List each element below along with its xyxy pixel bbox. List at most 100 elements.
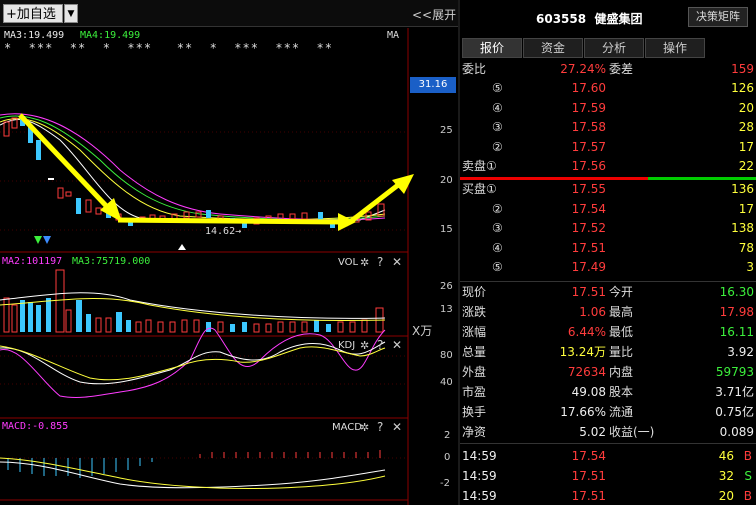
close-icon[interactable]: ✕ xyxy=(392,338,402,352)
close-icon[interactable]: ✕ xyxy=(392,255,402,269)
order-price: 17.59 xyxy=(571,100,606,115)
stat-label: 今开 xyxy=(609,285,634,299)
stat-value: 16.11 xyxy=(719,325,754,339)
tab-operation[interactable]: 操作 xyxy=(645,38,705,58)
order-volume: 17 xyxy=(738,201,754,216)
stat-label: 现价 xyxy=(462,285,487,299)
stat-label: 股本 xyxy=(609,385,634,399)
wei-bi-label: 委比 xyxy=(462,62,487,76)
tick-time: 14:59 xyxy=(462,489,497,503)
cursor-marker-icon xyxy=(178,244,186,250)
stat-label: 总量 xyxy=(462,345,487,359)
macd-indicator-name[interactable]: MACD xyxy=(332,422,362,433)
tick-volume: 20 xyxy=(718,489,734,503)
panel-divider xyxy=(458,0,460,505)
sell-order-row[interactable]: ③ 17.58 28 xyxy=(462,118,756,137)
buy-order-row[interactable]: ⑤ 17.49 3 xyxy=(462,258,756,277)
stat-row: 涨幅 6.44% 最低 16.11 xyxy=(462,323,756,342)
stat-value: 16.30 xyxy=(719,285,754,299)
order-price: 17.55 xyxy=(571,182,606,196)
buy-order-row[interactable]: ④ 17.51 78 xyxy=(462,239,756,258)
question-icon[interactable]: ? xyxy=(377,420,383,434)
order-volume: 3 xyxy=(746,260,754,274)
tab-quote[interactable]: 报价 xyxy=(462,38,522,58)
stat-value: 5.02 xyxy=(579,425,606,439)
order-level: ③ xyxy=(492,221,503,235)
order-volume: 138 xyxy=(731,221,754,235)
tick-row[interactable]: 14:59 17.54 46 B xyxy=(462,447,756,466)
order-price: 17.57 xyxy=(571,139,606,154)
stat-value: 0.089 xyxy=(719,425,754,439)
wei-bi-value: 27.24% xyxy=(560,62,606,76)
low-price-label: 14.62→ xyxy=(205,226,242,237)
ma-line-green xyxy=(0,115,386,221)
order-price: 17.54 xyxy=(571,201,606,216)
gear-icon[interactable]: ✲ xyxy=(360,340,372,352)
order-level: ⑤ xyxy=(492,81,503,95)
vol-indicator-name[interactable]: VOL xyxy=(338,257,358,268)
sell-order-row[interactable]: ④ 17.59 20 xyxy=(462,99,756,118)
order-price: 17.60 xyxy=(571,81,606,95)
stat-label: 市盈 xyxy=(462,385,487,399)
separator-line xyxy=(460,281,756,282)
tick-volume: 46 xyxy=(718,449,734,463)
chart-canvas[interactable] xyxy=(0,0,458,505)
question-icon[interactable]: ? xyxy=(377,255,383,269)
stat-row: 总量 13.24万 量比 3.92 xyxy=(462,343,756,362)
tick-time: 14:59 xyxy=(462,469,497,483)
stat-row: 外盘 72634 内盘 59793 xyxy=(462,363,756,382)
tab-analysis[interactable]: 分析 xyxy=(584,38,644,58)
order-volume: 17 xyxy=(738,139,754,154)
order-price: 17.51 xyxy=(571,240,606,255)
buy-order-row[interactable]: 买盘① 17.55 136 xyxy=(462,180,756,199)
stat-value: 17.51 xyxy=(571,285,606,299)
buy-order-row[interactable]: ③ 17.52 138 xyxy=(462,219,756,238)
tab-funds[interactable]: 资金 xyxy=(523,38,583,58)
wei-cha-label: 委差 xyxy=(609,62,634,76)
kdj-indicator-name[interactable]: KDJ xyxy=(338,340,355,351)
order-price: 17.52 xyxy=(571,221,606,235)
gear-icon[interactable]: ✲ xyxy=(360,422,372,434)
stat-label: 量比 xyxy=(609,345,634,359)
order-level: ④ xyxy=(492,100,503,115)
tick-side: S xyxy=(744,469,752,483)
stat-label: 外盘 xyxy=(462,365,487,379)
vol-axis-26: 26 xyxy=(440,281,453,292)
buy-signal-icon xyxy=(34,236,42,244)
stat-label: 内盘 xyxy=(609,365,634,379)
buy-order-row[interactable]: ② 17.54 17 xyxy=(462,200,756,219)
close-icon[interactable]: ✕ xyxy=(392,420,402,434)
macd-axis-0: 0 xyxy=(444,452,451,463)
decision-matrix-button[interactable]: 决策矩阵 xyxy=(688,7,748,27)
macd-axis-2: 2 xyxy=(444,430,451,441)
question-icon[interactable]: ? xyxy=(377,338,383,352)
stock-name: 健盛集团 xyxy=(594,12,643,26)
kdj-axis-40: 40 xyxy=(440,377,453,388)
sell-order-row[interactable]: ② 17.57 17 xyxy=(462,138,756,157)
tick-price: 17.54 xyxy=(571,449,606,463)
order-price: 17.49 xyxy=(571,260,606,274)
wei-bi-row: 委比 27.24% 委差 159 xyxy=(462,60,756,79)
stat-row: 涨跌 1.06 最高 17.98 xyxy=(462,303,756,322)
macd-axis-neg2: -2 xyxy=(440,478,450,489)
kdj-axis-80: 80 xyxy=(440,350,453,361)
stat-value: 59793 xyxy=(715,365,754,379)
order-volume: 136 xyxy=(731,182,754,196)
buy-signal-icon xyxy=(43,236,51,244)
order-level: ④ xyxy=(492,240,503,255)
sell-order-row[interactable]: ⑤ 17.60 126 xyxy=(462,79,756,98)
gear-icon[interactable]: ✲ xyxy=(360,257,372,269)
stock-terminal: +加自选 ▼ <<展开 MA3:19.499 MA4:19.499 MA * *… xyxy=(0,0,756,505)
order-volume: 20 xyxy=(738,100,754,115)
ma-line-yellow xyxy=(0,118,386,220)
stat-value: 3.71亿 xyxy=(715,385,754,399)
tick-row[interactable]: 14:59 17.51 32 S xyxy=(462,467,756,486)
sell-order-row[interactable]: 卖盘① 17.56 22 xyxy=(462,157,756,176)
stat-row: 现价 17.51 今开 16.30 xyxy=(462,283,756,302)
order-price: 17.58 xyxy=(571,120,606,134)
stat-label: 最低 xyxy=(609,325,634,339)
order-level: ② xyxy=(492,139,503,154)
vol-ma2-label: MA2:101197 xyxy=(2,256,63,267)
stat-row: 换手 17.66% 流通 0.75亿 xyxy=(462,403,756,422)
tick-row[interactable]: 14:59 17.51 20 B xyxy=(462,487,756,505)
